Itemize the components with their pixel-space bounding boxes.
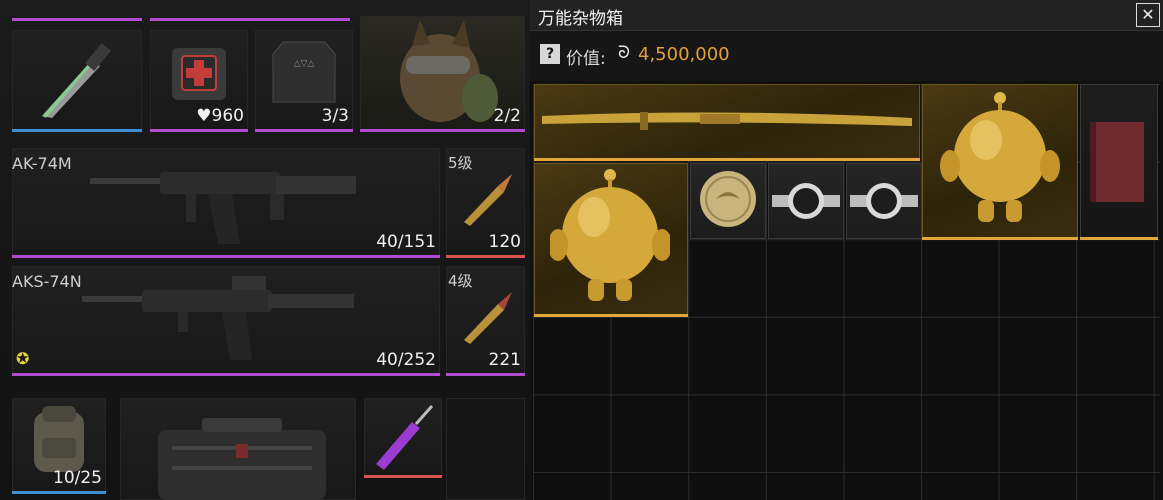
backpack-icon <box>34 406 84 472</box>
loot-item-watch[interactable] <box>846 163 922 239</box>
rarity-bar <box>1080 237 1158 240</box>
ammo-count: 120 <box>488 232 521 252</box>
ammo-level: 4级 <box>448 272 473 290</box>
case-icon <box>158 418 326 500</box>
container-title: 万能杂物箱 <box>538 9 623 29</box>
rarity-bar <box>150 129 248 132</box>
armor-plate-slot[interactable]: △▽△ 3/3 <box>255 30 353 132</box>
bullet-icon <box>464 292 512 344</box>
rarity-bar <box>12 255 440 258</box>
loot-item-gold-figurine[interactable] <box>534 163 688 317</box>
melee-slot[interactable] <box>12 30 142 132</box>
container-panel: 万能杂物箱 ✕ ? 价值: ᘐ 4,500,000 <box>530 0 1163 500</box>
watch-icon <box>850 183 918 219</box>
rifle-icon <box>82 276 354 360</box>
loot-item-gold-figurine[interactable] <box>922 84 1078 240</box>
loot-item-coin[interactable] <box>690 163 766 239</box>
rarity-bar <box>446 255 525 258</box>
armor-plate-quantity: 3/3 <box>321 106 349 126</box>
value-label: 价值: <box>566 49 606 69</box>
rarity-bar <box>534 158 920 161</box>
dog-icon <box>400 20 498 122</box>
medkit-quantity: ♥960 <box>196 106 244 126</box>
svg-text:△▽△: △▽△ <box>294 59 315 69</box>
rarity-bar <box>12 18 142 21</box>
weapon-name: AK-74M <box>12 154 72 173</box>
gamepad-icon: ✪ <box>16 349 30 368</box>
coin-icon: ᘐ <box>618 43 630 63</box>
rarity-bar <box>446 373 525 376</box>
safe-case-slot[interactable] <box>120 398 356 500</box>
companion-quantity: 2/2 <box>493 106 521 126</box>
book-icon <box>1090 122 1144 202</box>
container-value: 4,500,000 <box>638 44 730 65</box>
watch-icon <box>772 183 840 219</box>
rarity-bar <box>12 373 440 376</box>
primary-weapon-slot[interactable]: AK-74M 40/151 <box>12 148 440 258</box>
rarity-bar <box>364 475 442 478</box>
loot-item-watch[interactable] <box>768 163 844 239</box>
rarity-bar <box>534 314 688 317</box>
secondary-weapon-slot[interactable]: AKS-74N ✪ 40/252 <box>12 266 440 376</box>
loot-item-book[interactable] <box>1080 84 1158 240</box>
gold-figurine-icon <box>940 92 1060 222</box>
medkit-slot[interactable]: ♥960 <box>150 30 248 132</box>
injector-slot[interactable] <box>364 398 442 478</box>
armor-plate-icon: △▽△ <box>272 41 336 103</box>
knife-icon <box>42 43 111 118</box>
rarity-bar <box>922 237 1078 240</box>
heart-icon: ♥ <box>196 106 212 126</box>
rarity-bar <box>360 129 525 132</box>
container-header: 万能杂物箱 ✕ <box>530 0 1163 31</box>
rarity-bar <box>150 18 350 21</box>
bullet-icon <box>464 174 512 226</box>
backpack-capacity: 10/25 <box>53 468 102 488</box>
weapon-ammo: 40/151 <box>376 232 436 252</box>
close-icon: ✕ <box>1141 5 1155 24</box>
weapon-name: AKS-74N <box>12 272 82 291</box>
empty-slot[interactable] <box>446 398 525 500</box>
coin-medal-icon <box>700 171 756 227</box>
rarity-bar <box>12 129 142 132</box>
ammo-slot[interactable]: 5级 120 <box>446 148 525 258</box>
ammo-count: 221 <box>488 350 521 370</box>
ammo-slot[interactable]: 4级 221 <box>446 266 525 376</box>
rarity-bar <box>255 129 353 132</box>
katana-icon <box>542 112 912 130</box>
rarity-bar <box>12 491 106 494</box>
medkit-icon <box>172 48 226 100</box>
backpack-slot[interactable]: 10/25 <box>12 398 106 494</box>
syringe-icon <box>376 405 434 470</box>
loot-item-katana[interactable] <box>534 84 920 161</box>
close-button[interactable]: ✕ <box>1136 3 1160 27</box>
weapon-ammo: 40/252 <box>376 350 436 370</box>
loadout-panel: ♥960 △▽△ 3/3 2/2 AK-74M 40/151 5级 120 AK… <box>0 0 530 500</box>
companion-slot[interactable]: 2/2 <box>360 16 525 132</box>
help-icon[interactable]: ? <box>540 44 560 64</box>
ammo-level: 5级 <box>448 154 473 172</box>
rifle-icon <box>90 172 356 244</box>
value-row: ? 价值: ᘐ 4,500,000 <box>530 31 1163 81</box>
gold-figurine-icon <box>550 169 670 301</box>
